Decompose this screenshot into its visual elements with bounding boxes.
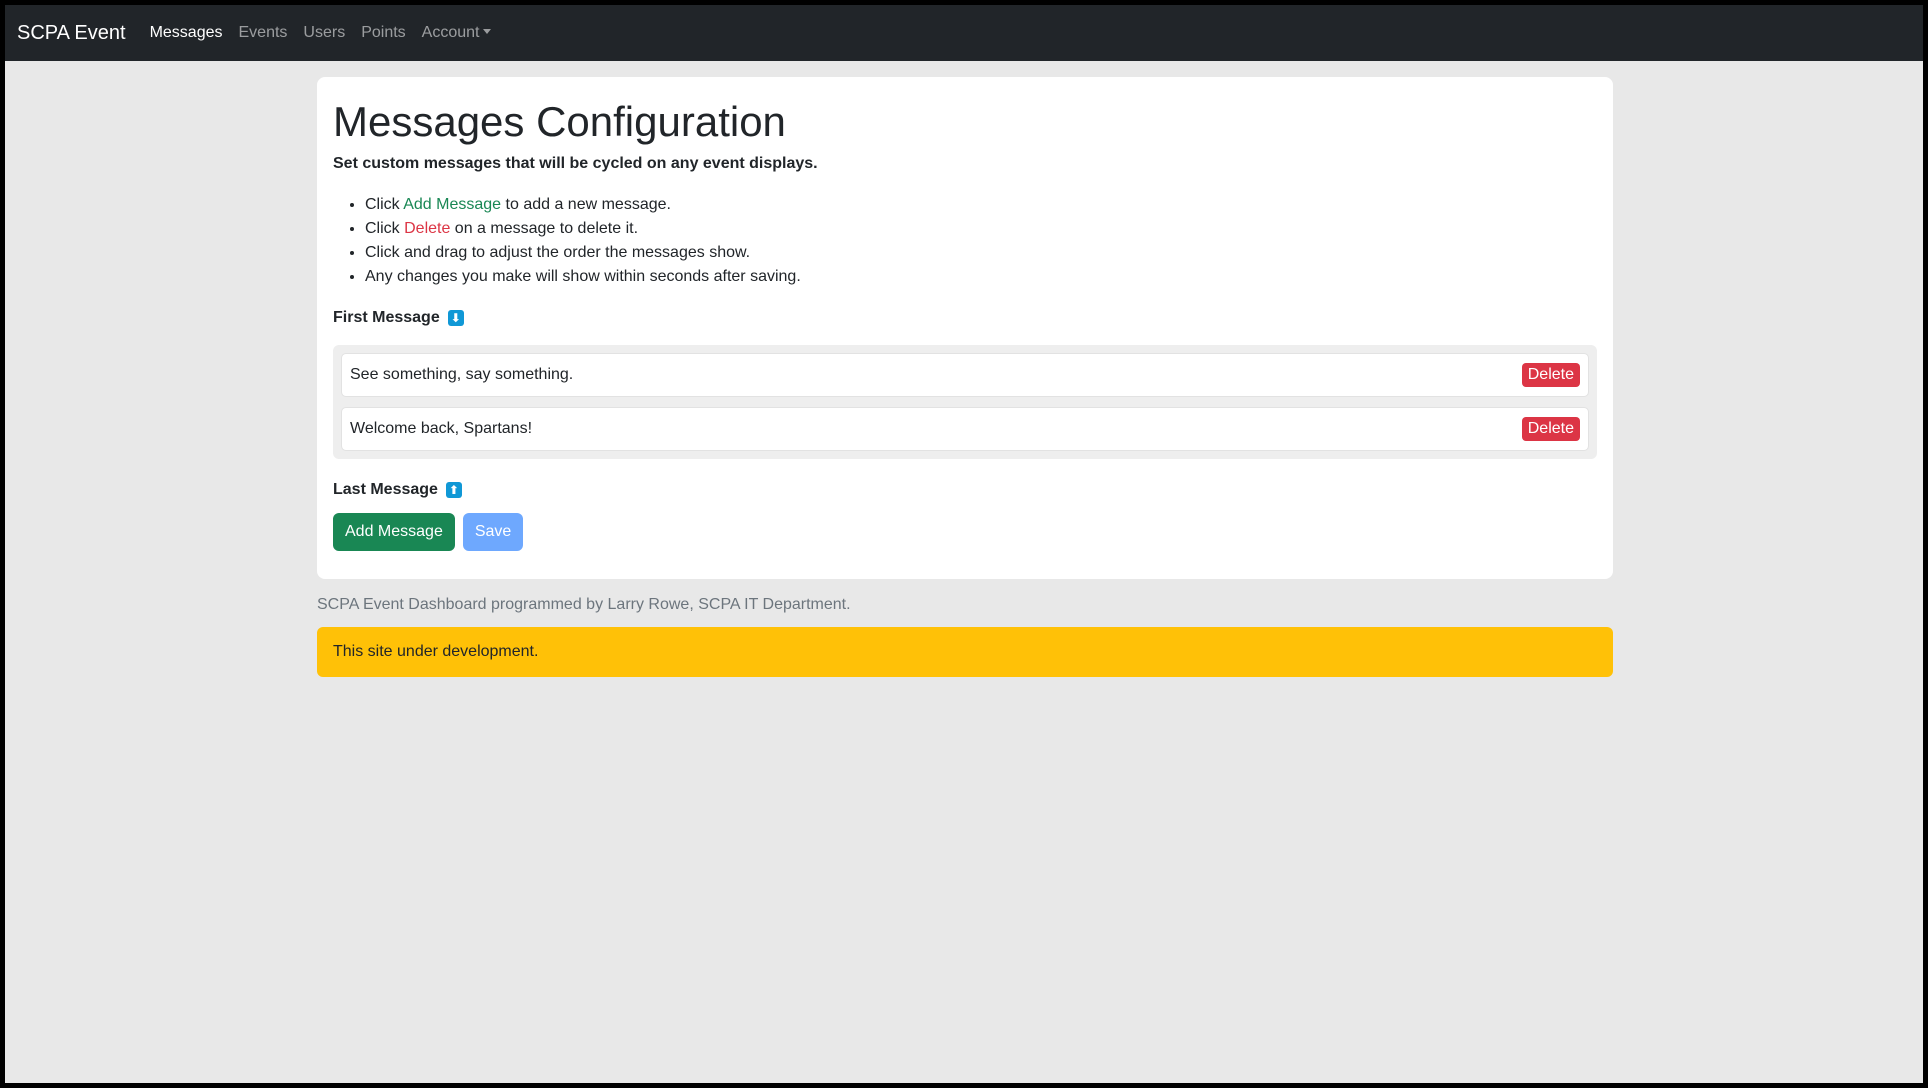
page-title: Messages Configuration — [333, 98, 786, 145]
development-alert: This site under development. — [317, 627, 1613, 677]
arrow-up-icon: ⬆ — [445, 482, 462, 499]
first-message-label: First Message ⬇ — [333, 309, 1597, 327]
instruction-add-highlight: Add Message — [403, 196, 502, 214]
instruction-text: Click — [365, 220, 405, 238]
message-item[interactable]: Welcome back, Spartans! Delete — [341, 407, 1589, 452]
instruction-item: Any changes you make will show within se… — [365, 265, 1597, 289]
message-text: Welcome back, Spartans! — [350, 420, 533, 438]
nav-account-label: Account — [421, 24, 480, 41]
navbar-brand[interactable]: SCPA Event — [17, 22, 126, 45]
instruction-item: Click Delete on a message to delete it. — [365, 217, 1597, 241]
last-message-text: Last Message — [333, 481, 438, 499]
messages-card: Messages Configuration Set custom messag… — [317, 77, 1613, 579]
arrow-down-icon: ⬇ — [447, 310, 464, 327]
navbar: SCPA Event Messages Events Users Points … — [5, 5, 1923, 61]
delete-button[interactable]: Delete — [1521, 363, 1580, 388]
instruction-text: Click — [365, 196, 404, 214]
nav-events[interactable]: Events — [239, 24, 288, 42]
page-subtitle: Set custom messages that will be cycled … — [333, 155, 818, 173]
instruction-text: to add a new message. — [501, 196, 671, 214]
message-text: See something, say something. — [350, 366, 574, 384]
instruction-item: Click Add Message to add a new message. — [365, 193, 1597, 217]
nav-points[interactable]: Points — [361, 24, 405, 42]
instructions-list: Click Add Message to add a new message. … — [333, 193, 1597, 289]
add-message-button[interactable]: Add Message — [333, 513, 455, 552]
instruction-item: Click and drag to adjust the order the m… — [365, 241, 1597, 265]
message-list: See something, say something. Delete Wel… — [333, 345, 1597, 460]
instruction-delete-highlight: Delete — [404, 220, 451, 238]
app-frame: SCPA Event Messages Events Users Points … — [5, 5, 1923, 1083]
action-buttons: Add Message Save — [333, 513, 1597, 552]
first-message-text: First Message — [333, 309, 440, 327]
footer-credit: SCPA Event Dashboard programmed by Larry… — [317, 596, 851, 613]
nav-users[interactable]: Users — [303, 24, 345, 42]
nav-account-dropdown[interactable]: Account — [422, 24, 492, 42]
message-item[interactable]: See something, say something. Delete — [341, 353, 1589, 398]
save-button[interactable]: Save — [462, 513, 524, 552]
caret-down-icon — [483, 29, 492, 34]
delete-button[interactable]: Delete — [1521, 417, 1580, 442]
instruction-text: on a message to delete it. — [450, 220, 639, 238]
nav-messages[interactable]: Messages — [150, 24, 223, 42]
last-message-label: Last Message ⬆ — [333, 481, 1597, 499]
